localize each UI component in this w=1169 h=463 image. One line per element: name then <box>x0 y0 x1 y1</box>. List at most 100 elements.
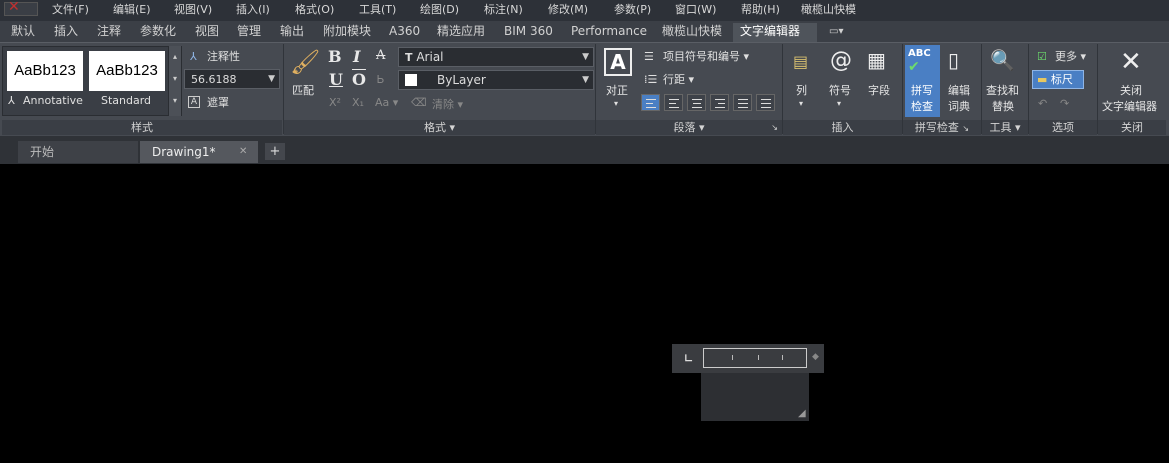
new-tab-icon[interactable]: + <box>265 143 285 160</box>
options-panel-title: 选项 <box>1029 120 1097 135</box>
align-right-button[interactable] <box>710 94 729 111</box>
align-left-button[interactable] <box>664 94 683 111</box>
align-default-button[interactable] <box>641 94 660 111</box>
dialog-launcher-icon[interactable]: ↘ <box>962 124 969 133</box>
ruler-resize-handle-icon[interactable]: ◆ <box>812 352 819 362</box>
menu-draw[interactable]: 绘图(D) <box>420 3 459 17</box>
tab-insert[interactable]: 插入 <box>54 24 78 39</box>
mask-button[interactable]: 遮罩 <box>207 96 229 109</box>
ruler-tick <box>732 355 733 360</box>
doc-tab-drawing1-label: Drawing1* <box>152 145 216 159</box>
columns-button[interactable]: 列 <box>796 83 807 98</box>
menu-ganlanshan[interactable]: 橄榄山快模 <box>801 3 856 17</box>
tab-bim360[interactable]: BIM 360 <box>504 24 553 39</box>
find-replace-label-2[interactable]: 替换 <box>992 99 1014 114</box>
tab-performance[interactable]: Performance <box>571 24 647 39</box>
overline-button[interactable]: O <box>352 70 366 89</box>
edit-dictionary-label-2[interactable]: 词典 <box>948 99 970 114</box>
style-annotative-preview[interactable]: AaBb123 <box>7 51 83 91</box>
match-brush-icon: 🖌 <box>290 48 321 76</box>
find-replace-icon: 🔍 <box>990 48 1015 72</box>
font-value: Arial <box>416 50 444 64</box>
workspace-toggle-icon[interactable]: ▭▾ <box>829 24 843 39</box>
tab-stop-icon[interactable]: ∟ <box>684 352 693 365</box>
menu-edit[interactable]: 编辑(E) <box>113 3 151 17</box>
tab-featured-apps[interactable]: 精选应用 <box>437 24 485 39</box>
align-distribute-button[interactable] <box>756 94 775 111</box>
dialog-launcher-icon[interactable]: ↘ <box>771 120 778 135</box>
edit-dictionary-icon: ▯ <box>948 48 960 72</box>
subscript-icon[interactable]: X₁ <box>352 96 364 109</box>
symbol-button[interactable]: 符号 <box>829 83 851 98</box>
columns-icon: ▤ <box>793 52 809 71</box>
resize-grip-icon[interactable]: ◢ <box>798 408 806 419</box>
redo-icon[interactable]: ↷ <box>1060 97 1069 110</box>
menu-dimension[interactable]: 标注(N) <box>484 3 523 17</box>
align-center-button[interactable] <box>687 94 706 111</box>
menu-modify[interactable]: 修改(M) <box>548 3 588 17</box>
field-button[interactable]: 字段 <box>868 83 890 98</box>
change-case-icon[interactable]: Aa ▾ <box>375 96 398 109</box>
edit-dictionary-label-1[interactable]: 编辑 <box>948 83 970 98</box>
style-panel-title: 样式 <box>2 120 282 135</box>
justify-icon: A <box>604 48 632 76</box>
tab-ganlanshan[interactable]: 橄榄山快模 <box>662 24 722 39</box>
autocad-logo-icon: ✕ <box>8 0 20 15</box>
tab-manage[interactable]: 管理 <box>237 24 261 39</box>
close-editor-label-1[interactable]: 关闭 <box>1120 83 1142 98</box>
font-combo[interactable]: T Arial ▼ <box>398 47 594 67</box>
dropdown-arrow-icon: ▼ <box>268 74 275 84</box>
ruler-icon: ▬ <box>1037 73 1048 86</box>
annotative-toggle[interactable]: 注释性 <box>207 50 240 63</box>
menu-view[interactable]: 视图(V) <box>174 3 212 17</box>
tab-a360[interactable]: A360 <box>389 24 420 39</box>
menu-help[interactable]: 帮助(H) <box>741 3 780 17</box>
doc-tab-start[interactable]: 开始 <box>18 141 138 163</box>
ruler[interactable] <box>703 348 807 368</box>
menu-window[interactable]: 窗口(W) <box>675 3 716 17</box>
tab-addins[interactable]: 附加模块 <box>323 24 371 39</box>
menu-tools[interactable]: 工具(T) <box>359 3 396 17</box>
bold-button[interactable]: B <box>328 47 342 66</box>
application-button[interactable]: ✕ <box>4 0 38 16</box>
spell-title-label: 拼写检查 <box>914 121 959 134</box>
justify-button[interactable]: 对正 <box>606 83 628 98</box>
ribbon-tab-bar: 默认 插入 注释 参数化 视图 管理 输出 附加模块 A360 精选应用 BIM… <box>0 21 1169 42</box>
oblique-icon[interactable]: Ꮟ <box>377 73 384 87</box>
mtext-edit-box[interactable] <box>701 373 809 421</box>
menu-file[interactable]: 文件(F) <box>52 3 89 17</box>
line-spacing-icon: ⁞☰ <box>644 73 658 86</box>
underline-button[interactable]: U <box>329 70 343 89</box>
tab-home[interactable]: 默认 <box>11 24 35 39</box>
tab-view[interactable]: 视图 <box>195 24 219 39</box>
italic-button[interactable]: I <box>353 47 360 66</box>
close-editor-label-2[interactable]: 文字编辑器 <box>1102 99 1157 114</box>
tab-text-editor[interactable]: 文字编辑器 <box>740 24 800 39</box>
strikethrough-button[interactable]: A <box>376 48 385 63</box>
menu-insert[interactable]: 插入(I) <box>236 3 270 17</box>
ruler-toggle[interactable]: ▬ 标尺 <box>1032 70 1084 89</box>
tab-parametric[interactable]: 参数化 <box>140 24 176 39</box>
menu-format[interactable]: 格式(O) <box>295 3 334 17</box>
superscript-icon[interactable]: X² <box>329 96 341 109</box>
clear-button[interactable]: 清除 ▾ <box>432 96 463 112</box>
align-justify-button[interactable] <box>733 94 752 111</box>
clear-formatting-icon: ⌫ <box>411 96 427 109</box>
menu-parametric[interactable]: 参数(P) <box>614 3 651 17</box>
gallery-scroll[interactable]: ▴ ▾ ▾ <box>168 46 181 116</box>
style-standard-preview[interactable]: AaBb123 <box>89 51 165 91</box>
more-button[interactable]: 更多 ▾ <box>1055 50 1086 63</box>
color-swatch <box>405 74 417 86</box>
text-height-combo[interactable]: 56.6188 ▼ <box>184 69 280 89</box>
tab-output[interactable]: 输出 <box>280 24 304 39</box>
close-tab-icon[interactable]: ✕ <box>239 146 247 157</box>
match-properties-button[interactable]: 匹配 <box>292 83 314 98</box>
tab-annotate[interactable]: 注释 <box>97 24 121 39</box>
color-combo[interactable]: ByLayer ▼ <box>398 70 594 90</box>
bullets-button[interactable]: 项目符号和编号 ▾ <box>663 50 749 63</box>
undo-icon[interactable]: ↶ <box>1038 97 1047 110</box>
drawing-canvas[interactable] <box>0 164 1169 463</box>
find-replace-label-1[interactable]: 查找和 <box>986 83 1019 98</box>
line-spacing-button[interactable]: 行距 ▾ <box>663 73 694 86</box>
format-panel-title: 格式 ▾ <box>284 120 595 135</box>
